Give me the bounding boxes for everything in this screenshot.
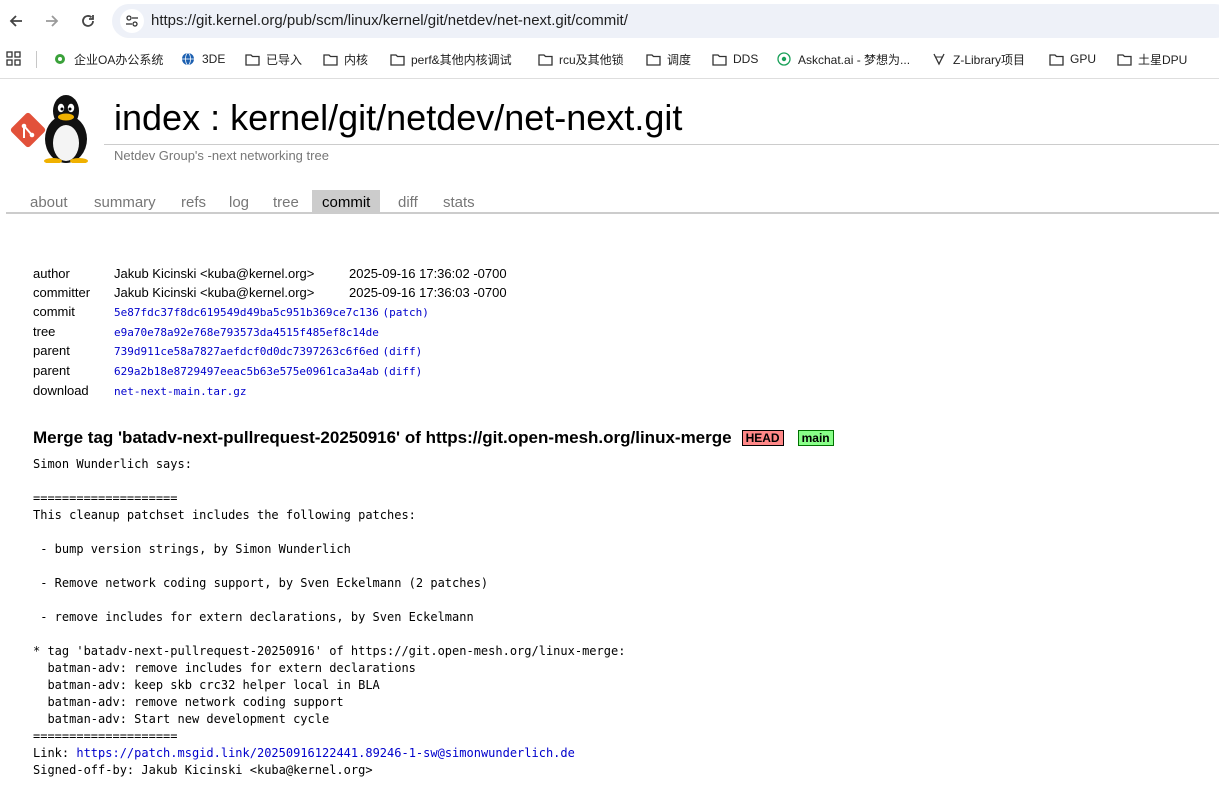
forward-arrow-icon [46,15,59,27]
zlib-icon [931,51,947,67]
repo-description: Netdev Group's -next networking tree [114,148,329,163]
bookmark-label: DDS [733,52,759,66]
signoff-line: Signed-off-by: Jakub Kicinski <kuba@kern… [33,763,373,777]
tab-tree[interactable]: tree [263,190,309,212]
folder-icon [1116,51,1132,67]
url-text[interactable]: https://git.kernel.org/pub/scm/linux/ker… [151,4,628,38]
bookmark-label: Askchat.ai - 梦想为... [798,52,911,67]
back-button[interactable] [4,9,28,33]
parent-hash-link[interactable]: 629a2b18e8729497eeac5b63e575e0961ca3a4ab [114,365,379,378]
tab-about[interactable]: about [20,190,78,212]
author-value: Jakub Kicinski <kuba@kernel.org> [114,266,315,281]
forward-button[interactable] [40,9,64,33]
tab-refs[interactable]: refs [171,190,216,212]
bookmark-label: Z-Library项目 [953,52,1026,67]
bookmark-label: 土星DPU [1138,52,1188,67]
bookmark-label: 内核 [344,52,369,67]
tree-hash-link[interactable]: e9a70e78a92e768e793573da4515f485ef8c14de [114,326,379,339]
download-label: download [33,383,89,398]
tune-icon [126,15,138,27]
tab-summary[interactable]: summary [84,190,166,212]
tab-bar-divider [6,212,1219,214]
bookmark-askchat[interactable]: Askchat.ai - 梦想为... [776,42,910,76]
parent-label: parent [33,343,70,358]
parent-label: parent [33,363,70,378]
commit-subject-text: Merge tag 'batadv-next-pullrequest-20250… [33,428,732,447]
bookmarks-bar: 企业OA办公系统 3DE 已导入 内核 perf&其他内核调试 rcu及其他锁 … [0,42,1219,79]
commit-hash-link[interactable]: 5e87fdc37f8dc619549d49ba5c951b369ce7c136 [114,306,379,319]
reload-button[interactable] [76,9,100,33]
commit-label: commit [33,304,75,319]
apps-button[interactable] [6,42,22,76]
author-label: author [33,266,70,281]
back-arrow-icon [9,15,22,27]
bookmark-kernel[interactable]: 内核 [322,42,368,76]
folder-icon [537,51,553,67]
bookmark-label: 已导入 [266,52,303,67]
commit-message-body: Simon Wunderlich says: =================… [33,457,626,743]
bookmark-label: 调度 [667,52,692,67]
folder-icon [322,51,338,67]
download-link[interactable]: net-next-main.tar.gz [114,385,246,398]
bookmark-3de[interactable]: 3DE [180,42,225,76]
apps-grid-icon [6,51,21,66]
tab-bar: about summary refs log tree commit diff … [0,190,1219,214]
cgit-logo[interactable] [8,93,104,164]
address-bar[interactable]: https://git.kernel.org/pub/scm/linux/ker… [112,4,1219,38]
bookmark-rcu[interactable]: rcu及其他锁 [537,42,624,76]
header-divider [104,144,1219,145]
bookmark-imported[interactable]: 已导入 [244,42,302,76]
bookmark-label: rcu及其他锁 [559,52,624,67]
bookmark-perf[interactable]: perf&其他内核调试 [389,42,512,76]
globe-icon [180,51,196,67]
bookmark-label: perf&其他内核调试 [411,52,512,67]
commit-message: Simon Wunderlich says: =================… [33,456,625,779]
parent-diff-link[interactable]: (diff) [383,345,423,358]
bookmark-zlibrary[interactable]: Z-Library项目 [931,42,1025,76]
parent-diff-link[interactable]: (diff) [383,365,423,378]
browser-toolbar: https://git.kernel.org/pub/scm/linux/ker… [0,0,1219,42]
bookmark-oa[interactable]: 企业OA办公系统 [52,42,163,76]
bookmark-gpu[interactable]: GPU [1048,42,1096,76]
committer-date: 2025-09-16 17:36:03 -0700 [349,285,507,300]
repo-title: index : kernel/git/netdev/net-next.git [114,97,683,138]
committer-value: Jakub Kicinski <kuba@kernel.org> [114,285,315,300]
patch-link[interactable]: (patch) [383,306,429,319]
tab-stats[interactable]: stats [433,190,485,212]
parent-hash-link[interactable]: 739d911ce58a7827aefdcf0d0dc7397263c6f6ed [114,345,379,358]
bookmark-label: 企业OA办公系统 [74,52,164,67]
folder-icon [389,51,405,67]
tab-diff[interactable]: diff [388,190,428,212]
folder-icon [1048,51,1064,67]
head-badge[interactable]: HEAD [741,430,784,446]
tux-git-logo-icon [10,95,88,164]
patch-msgid-link[interactable]: https://patch.msgid.link/20250916122441.… [76,746,575,760]
commit-subject: Merge tag 'batadv-next-pullrequest-20250… [33,426,834,450]
gear-flower-icon [52,51,68,67]
branch-badge-main[interactable]: main [797,430,834,446]
bookmark-dds[interactable]: DDS [711,42,758,76]
bookmarks-separator [36,51,37,68]
committer-label: committer [33,285,91,300]
bookmark-label: GPU [1070,52,1097,66]
tab-log[interactable]: log [219,190,259,212]
site-info-button[interactable] [120,9,144,33]
link-label: Link: [33,746,77,760]
tab-commit[interactable]: commit [312,190,381,212]
bookmark-label: 3DE [202,52,226,66]
askchat-icon [776,51,792,67]
author-date: 2025-09-16 17:36:02 -0700 [349,266,507,281]
reload-icon [82,15,94,27]
folder-icon [711,51,727,67]
folder-icon [244,51,260,67]
bookmark-dpu[interactable]: 土星DPU [1116,42,1187,76]
folder-icon [645,51,661,67]
bookmark-sched[interactable]: 调度 [645,42,691,76]
tree-label: tree [33,324,56,339]
